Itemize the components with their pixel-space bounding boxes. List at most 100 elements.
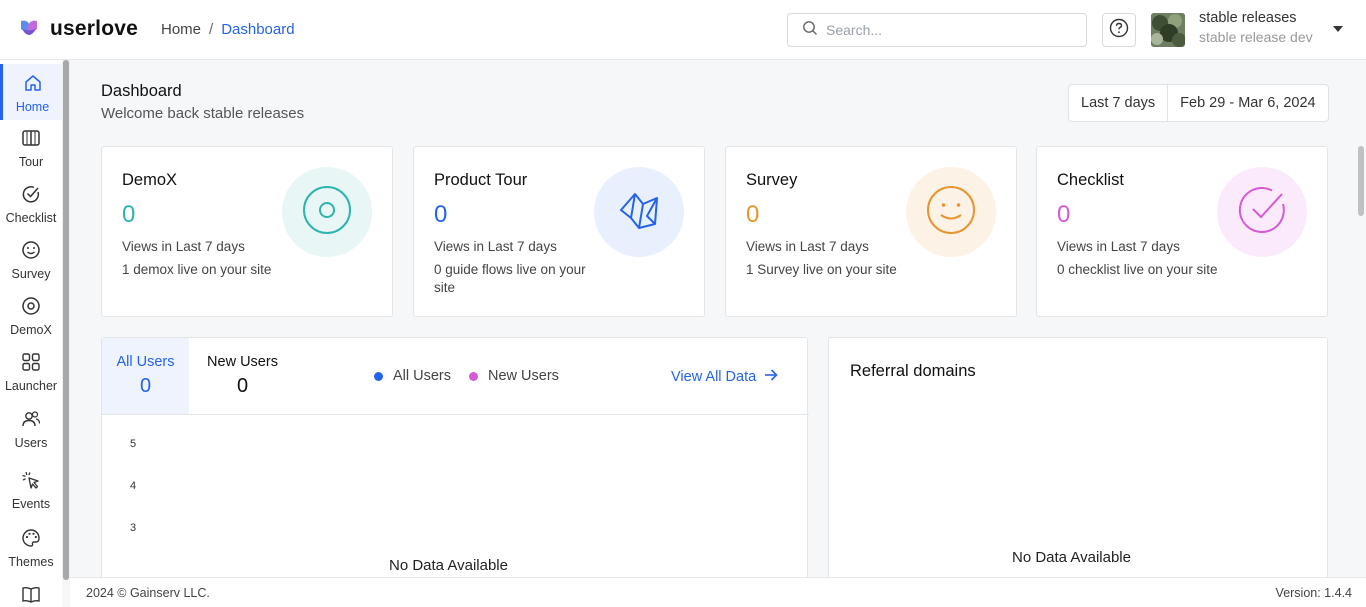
sidebar-item-checklist[interactable]: Checklist <box>0 184 62 225</box>
date-range-preset[interactable]: Last 7 days <box>1069 85 1169 121</box>
card-title: DemoX <box>122 171 178 189</box>
user-menu-caret-icon[interactable] <box>1333 26 1343 32</box>
page-subtitle: Welcome back stable releases <box>101 105 305 122</box>
users-icon <box>21 409 41 432</box>
footer-copyright: 2024 © Gainserv LLC. <box>86 586 210 600</box>
legend-label[interactable]: New Users <box>488 368 559 384</box>
card-views-label: Views in Last 7 days <box>122 239 245 254</box>
chart-divider <box>102 414 809 415</box>
card-live-text: 1 demox live on your site <box>122 262 272 277</box>
card-demox[interactable]: DemoX 0 Views in Last 7 days 1 demox liv… <box>101 146 393 317</box>
sidebar-scrollbar-thumb[interactable] <box>63 60 69 580</box>
target-icon <box>301 184 353 241</box>
sidebar-item-events[interactable]: Events <box>0 470 62 511</box>
search-input[interactable] <box>826 22 1066 38</box>
chart-legend: All Users New Users <box>374 368 559 384</box>
sidebar-item-label: Themes <box>8 555 54 569</box>
card-count: 0 <box>434 201 448 228</box>
tab-label: New Users <box>207 354 278 370</box>
tab-value: 0 <box>139 375 152 397</box>
sidebar-item-home[interactable]: Home <box>0 64 62 120</box>
check-circle-icon <box>1236 184 1288 241</box>
footer: 2024 © Gainserv LLC. Version: 1.4.4 <box>70 577 1366 607</box>
tab-new-users[interactable]: New Users 0 <box>194 338 291 414</box>
card-count: 0 <box>122 201 136 228</box>
palette-icon <box>21 528 41 551</box>
card-live-text: 0 checklist live on your site <box>1057 262 1218 277</box>
page-title: Dashboard <box>101 82 182 100</box>
user-name[interactable]: stable releases <box>1199 10 1297 26</box>
sidebar-scrollbar[interactable] <box>62 60 70 580</box>
tab-label: All Users <box>116 354 175 370</box>
breadcrumb: Home / Dashboard <box>161 21 295 38</box>
breadcrumb-current: Dashboard <box>221 21 295 38</box>
footer-version: Version: 1.4.4 <box>1275 586 1352 600</box>
breadcrumb-separator: / <box>209 21 214 38</box>
breadcrumb-home[interactable]: Home <box>161 21 201 38</box>
check-circle-icon <box>21 184 41 207</box>
card-views-label: Views in Last 7 days <box>746 239 869 254</box>
referral-domains-card: Referral domains No Data Available <box>828 337 1328 577</box>
referral-empty-text: No Data Available <box>1012 549 1131 566</box>
sidebar-item-users[interactable]: Users <box>0 409 62 450</box>
view-all-data-link[interactable]: View All Data <box>671 368 778 386</box>
card-title: Checklist <box>1057 171 1124 189</box>
sidebar-item-label: Home <box>15 100 50 114</box>
card-survey[interactable]: Survey 0 Views in Last 7 days 1 Survey l… <box>725 146 1017 317</box>
tab-all-users[interactable]: All Users 0 <box>102 338 189 414</box>
tab-value: 0 <box>236 375 249 397</box>
help-icon <box>1109 18 1129 43</box>
date-range-picker[interactable]: Last 7 days Feb 29 - Mar 6, 2024 <box>1068 84 1329 122</box>
smile-icon <box>925 184 977 241</box>
card-icon-badge <box>282 167 372 257</box>
sidebar-item-more[interactable] <box>0 584 62 607</box>
card-live-text: 0 guide flows live on your site <box>434 262 586 295</box>
card-title: Survey <box>746 171 798 189</box>
map-icon <box>615 186 663 239</box>
card-views-label: Views in Last 7 days <box>1057 239 1180 254</box>
target-icon <box>21 296 41 319</box>
app-name: userlove <box>50 17 138 40</box>
sidebar-item-demox[interactable]: DemoX <box>0 296 62 337</box>
chart-empty-text: No Data Available <box>389 557 508 574</box>
card-icon-badge <box>1217 167 1307 257</box>
userlove-logo-icon <box>18 17 40 41</box>
sidebar-item-label: Survey <box>11 267 51 281</box>
search-box[interactable] <box>787 13 1087 47</box>
sidebar: Home Tour Checklist Survey DemoX Launche… <box>0 60 62 607</box>
card-product-tour[interactable]: Product Tour 0 Views in Last 7 days 0 gu… <box>413 146 705 317</box>
sidebar-item-tour[interactable]: Tour <box>0 128 62 169</box>
book-open-icon <box>21 584 41 607</box>
card-icon-badge <box>906 167 996 257</box>
card-checklist[interactable]: Checklist 0 Views in Last 7 days 0 check… <box>1036 146 1328 317</box>
card-count: 0 <box>1057 201 1071 228</box>
grid-icon <box>21 352 41 375</box>
sidebar-item-label: Tour <box>18 155 44 169</box>
app-logo[interactable]: userlove <box>18 17 138 41</box>
y-tick-label: 5 <box>130 438 137 450</box>
smile-icon <box>21 240 41 263</box>
main-scrollbar-thumb[interactable] <box>1358 146 1364 216</box>
avatar[interactable] <box>1151 13 1185 47</box>
view-all-data-label: View All Data <box>671 369 757 385</box>
card-live-text: 1 Survey live on your site <box>746 262 897 277</box>
y-tick-label: 4 <box>130 480 137 492</box>
sidebar-item-label: Checklist <box>5 211 57 225</box>
date-range-dates[interactable]: Feb 29 - Mar 6, 2024 <box>1168 85 1327 121</box>
user-org: stable release dev <box>1199 29 1313 45</box>
sidebar-item-survey[interactable]: Survey <box>0 240 62 281</box>
top-bar: userlove Home / Dashboard stable release… <box>0 0 1366 60</box>
sidebar-item-themes[interactable]: Themes <box>0 528 62 569</box>
card-count: 0 <box>746 201 760 228</box>
sidebar-item-label: Users <box>14 436 48 450</box>
sidebar-item-label: DemoX <box>10 323 52 337</box>
legend-dot-new-users <box>469 371 479 381</box>
card-title: Product Tour <box>434 171 528 189</box>
help-button[interactable] <box>1102 13 1136 47</box>
y-tick-label: 3 <box>130 522 137 534</box>
sidebar-item-launcher[interactable]: Launcher <box>0 352 62 393</box>
book-icon <box>21 128 41 151</box>
main-scrollbar[interactable] <box>1356 60 1366 577</box>
sidebar-item-label: Launcher <box>4 379 58 393</box>
legend-label[interactable]: All Users <box>393 368 451 384</box>
